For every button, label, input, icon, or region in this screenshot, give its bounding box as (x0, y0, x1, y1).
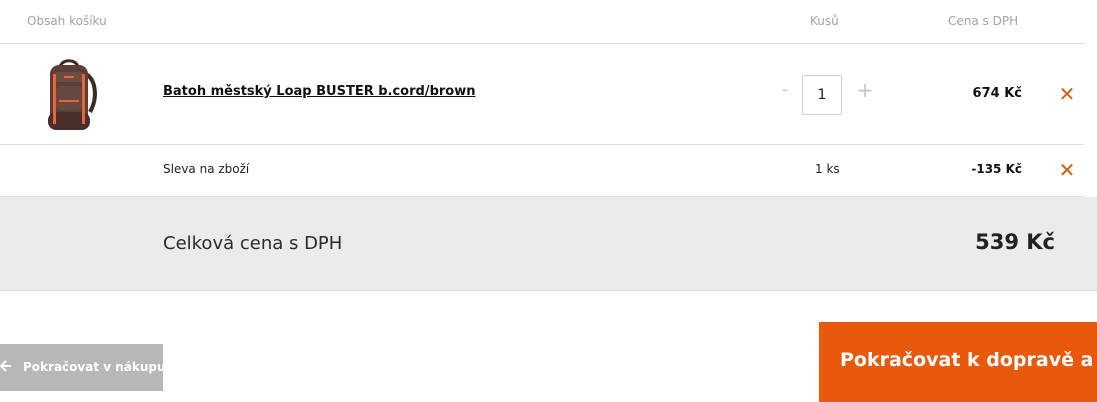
continue-shopping-button[interactable]: Pokračovat v nákupu (0, 344, 166, 391)
quantity-increase-button[interactable]: + (856, 80, 874, 100)
arrow-left-icon (0, 356, 12, 381)
cart-page: Obsah košíku Kusů Cena s DPH Batoh městs… (0, 0, 1097, 402)
close-icon[interactable]: ✕ (1058, 160, 1076, 180)
close-icon[interactable]: ✕ (1058, 84, 1076, 104)
quantity-decrease-button[interactable]: - (778, 80, 792, 100)
product-name-link[interactable]: Batoh městský Loap BUSTER b.cord/brown (163, 84, 476, 99)
header-quantity: Kusů (810, 14, 839, 28)
quantity-input[interactable] (802, 75, 842, 115)
continue-shopping-label: Pokračovat v nákupu (23, 360, 166, 374)
discount-row: Sleva na zboží 1 ks -135 Kč ✕ (0, 145, 1084, 197)
total-price: 539 Kč (975, 230, 1055, 254)
item-price: 674 Kč (972, 86, 1022, 101)
backpack-icon[interactable] (36, 56, 100, 136)
total-row: Celková cena s DPH 539 Kč (0, 197, 1097, 291)
total-label: Celková cena s DPH (163, 233, 343, 254)
cart-header: Obsah košíku Kusů Cena s DPH (0, 0, 1084, 44)
discount-quantity: 1 ks (815, 162, 840, 176)
continue-to-shipping-button[interactable]: Pokračovat k dopravě a platbě (819, 322, 1097, 402)
continue-to-shipping-label: Pokračovat k dopravě a platbě (840, 349, 1097, 371)
header-content: Obsah košíku (27, 14, 107, 28)
discount-name: Sleva na zboží (163, 162, 250, 176)
header-price: Cena s DPH (948, 14, 1019, 28)
cart-item-row: Batoh městský Loap BUSTER b.cord/brown -… (0, 44, 1084, 145)
discount-price: -135 Kč (971, 162, 1022, 176)
